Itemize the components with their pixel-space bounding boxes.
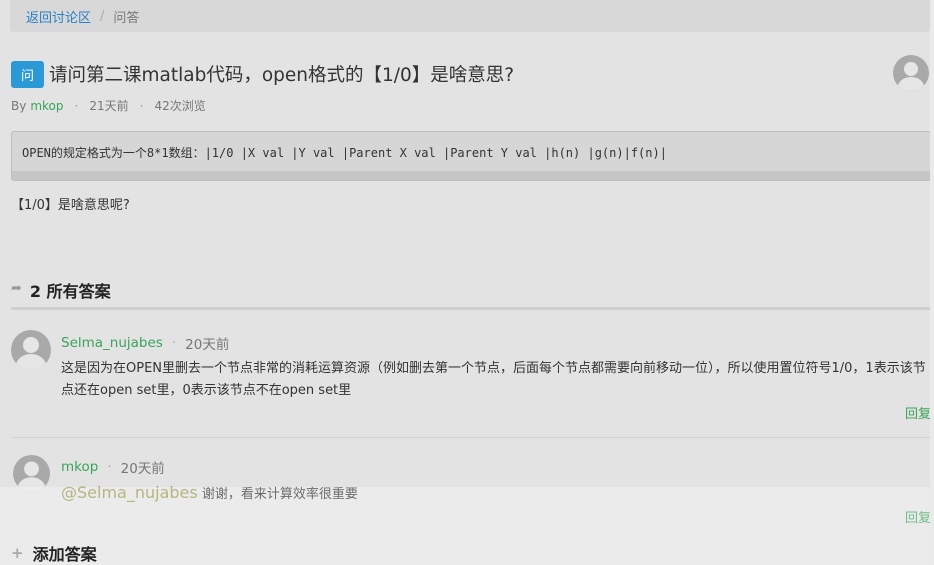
question-body: 【1/0】是啥意思呢? — [11, 198, 130, 213]
answer-time: 20天前 — [120, 461, 165, 477]
question-author-link[interactable]: mkop — [30, 99, 63, 113]
answer-header: Selma_nujabes · 20天前 — [61, 333, 229, 353]
question-meta: By mkop · 21天前 · 42次浏览 — [11, 97, 206, 114]
user-avatar-icon — [15, 337, 47, 370]
answers-heading: ➦ 2 所有答案 — [11, 278, 931, 310]
avatar[interactable] — [11, 330, 51, 370]
mention-link[interactable]: @Selma_nujabes — [61, 483, 198, 502]
user-avatar-icon — [897, 62, 925, 91]
meta-separator: · — [139, 98, 144, 113]
add-answer-label: 添加答案 — [32, 545, 97, 564]
answer-author-link[interactable]: Selma_nujabes — [61, 335, 163, 351]
question-time: 21天前 — [89, 99, 129, 113]
back-to-forum-link[interactable]: 返回讨论区 — [26, 7, 91, 26]
by-label: By — [11, 98, 27, 113]
breadcrumb-separator: / — [100, 8, 105, 24]
scrollbar-track[interactable] — [930, 0, 934, 565]
meta-separator: · — [171, 335, 177, 351]
plus-icon: + — [11, 544, 24, 562]
answers-count-heading: 2 所有答案 — [29, 282, 111, 301]
breadcrumb-current: 问答 — [113, 10, 140, 26]
answer-item: Selma_nujabes · 20天前 这是因为在OPEN里删去一个节点非常的… — [11, 330, 931, 430]
question-title-row: 问 请问第二课matlab代码，open格式的【1/0】是啥意思? — [11, 59, 514, 89]
share-arrow-icon: ➦ — [11, 281, 22, 296]
answer-body: 这是因为在OPEN里删去一个节点非常的消耗运算资源（例如删去第一个节点，后面每个… — [61, 361, 926, 398]
avatar[interactable] — [893, 55, 929, 91]
answer-header: mkop · 20天前 — [61, 457, 165, 477]
answer-body: @Selma_nujabes 谢谢，看来计算效率很重要 — [61, 482, 931, 506]
user-avatar-icon — [16, 461, 47, 492]
meta-separator: · — [74, 98, 79, 113]
reply-button[interactable]: 回复 — [905, 507, 931, 526]
meta-separator: · — [107, 459, 112, 475]
view-count: 42次浏览 — [154, 99, 206, 113]
page-title: 请问第二课matlab代码，open格式的【1/0】是啥意思? — [49, 65, 515, 86]
answer-text: 谢谢，看来计算效率很重要 — [201, 487, 358, 502]
reply-button[interactable]: 回复 — [905, 403, 931, 422]
add-answer-heading[interactable]: + 添加答案 — [11, 541, 97, 565]
answer-author-link[interactable]: mkop — [61, 459, 98, 475]
answer-item: mkop · 20天前 @Selma_nujabes 谢谢，看来计算效率很重要 … — [11, 455, 931, 527]
avatar[interactable] — [13, 455, 50, 492]
answer-time: 20天前 — [185, 337, 230, 353]
code-block: OPEN的规定格式为一个8*1数组：|1/0 |X val |Y val |Pa… — [11, 131, 931, 181]
question-badge: 问 — [11, 60, 44, 88]
breadcrumb: 返回讨论区 / 问答 — [10, 0, 930, 32]
answer-divider — [11, 437, 931, 438]
